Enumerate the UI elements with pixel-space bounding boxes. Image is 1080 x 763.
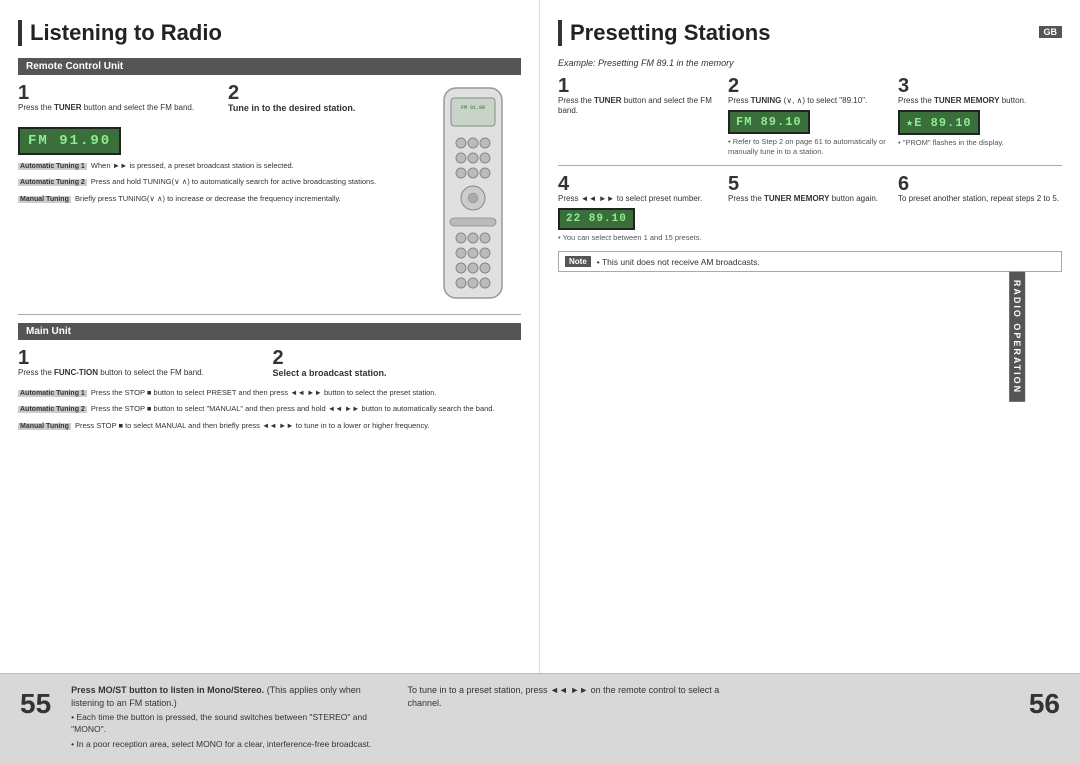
display-preset8910: 22 89.10 bbox=[558, 208, 635, 230]
right-page: Presetting Stations GB Example: Presetti… bbox=[540, 0, 1080, 673]
remote-step2-title: Tune in to the desired station. bbox=[228, 103, 432, 115]
remote-illustration: FM 91.90 bbox=[436, 83, 521, 306]
preset-step2-num: 2 bbox=[728, 76, 892, 96]
main-manual-tuning: Manual Tuning Press STOP ■ to select MAN… bbox=[18, 421, 521, 432]
remote-main-content: 1 Press the TUNER button and select the … bbox=[18, 83, 521, 306]
note-box: Note • This unit does not receive AM bro… bbox=[558, 251, 1062, 272]
preset-step4-desc: Press ◄◄ ►► to select preset number. bbox=[558, 194, 722, 204]
auto-tuning-1-label: Automatic Tuning 1 bbox=[18, 163, 87, 170]
remote-control-section: Remote Control Unit 1 Press the TUNER bu… bbox=[18, 58, 521, 306]
tuning-notes: Automatic Tuning 1 When ►► is pressed, a… bbox=[18, 161, 432, 205]
remote-svg: FM 91.90 bbox=[436, 83, 511, 303]
auto-tuning-1: Automatic Tuning 1 When ►► is pressed, a… bbox=[18, 161, 432, 172]
svg-text:FM 91.90: FM 91.90 bbox=[461, 105, 485, 111]
main-step1-num: 1 bbox=[18, 348, 267, 368]
auto-tuning-1-text: When ►► is pressed, a preset broadcast s… bbox=[91, 161, 294, 170]
main-step1-desc: Press the FUNC-TION button to select the… bbox=[18, 368, 267, 378]
preset-step6-num: 6 bbox=[898, 174, 1062, 194]
remote-step1-desc: Press the TUNER button and select the FM… bbox=[18, 103, 222, 113]
auto-tuning-2: Automatic Tuning 2 Press and hold TUNING… bbox=[18, 177, 432, 188]
left-page: Listening to Radio Remote Control Unit 1… bbox=[0, 0, 540, 673]
preset-step-6: 6 To preset another station, repeat step… bbox=[898, 174, 1062, 243]
preset-step1-desc: Press the TUNER button and select the FM… bbox=[558, 96, 722, 117]
preset-step1-num: 1 bbox=[558, 76, 722, 96]
remote-step-1: 1 Press the TUNER button and select the … bbox=[18, 83, 222, 115]
note-tag: Note bbox=[565, 256, 591, 267]
preset-step3-sub: • "PROM" flashes in the display. bbox=[898, 138, 1062, 148]
preset-step5-num: 5 bbox=[728, 174, 892, 194]
section-divider bbox=[18, 314, 521, 315]
main-step2-num: 2 bbox=[273, 348, 522, 368]
main-step-2: 2 Select a broadcast station. bbox=[273, 348, 522, 380]
page-container: Listening to Radio Remote Control Unit 1… bbox=[0, 0, 1080, 763]
preset-step-5: 5 Press the TUNER MEMORY button again. bbox=[728, 174, 892, 243]
preset-step4-num: 4 bbox=[558, 174, 722, 194]
footer-bullet-1: • Each time the button is pressed, the s… bbox=[71, 712, 387, 736]
manual-tuning-1: Manual Tuning Briefly press TUNING(∨ ∧) … bbox=[18, 194, 432, 205]
radio-operation-label: RADIO OPERATION bbox=[1009, 271, 1025, 401]
display-fm8910: FM 89.10 bbox=[728, 110, 810, 134]
main-unit-header: Main Unit bbox=[18, 323, 521, 340]
main-step2-title: Select a broadcast station. bbox=[273, 368, 522, 380]
footer-left-col: 55 bbox=[20, 684, 51, 720]
steps-row-4-6: 4 Press ◄◄ ►► to select preset number. 2… bbox=[558, 174, 1062, 243]
page-number-left: 55 bbox=[20, 688, 51, 720]
gb-badge: GB bbox=[1039, 26, 1063, 38]
top-half: Listening to Radio Remote Control Unit 1… bbox=[0, 0, 1080, 673]
main-step-1: 1 Press the FUNC-TION button to select t… bbox=[18, 348, 267, 380]
main-manual-text: Press STOP ■ to select MANUAL and then b… bbox=[75, 421, 430, 430]
remote-step2-num: 2 bbox=[228, 83, 432, 103]
main-unit-steps-row: 1 Press the FUNC-TION button to select t… bbox=[18, 348, 521, 380]
steps-row-1-3: 1 Press the TUNER button and select the … bbox=[558, 76, 1062, 157]
left-page-title: Listening to Radio bbox=[18, 20, 521, 46]
main-auto2-label: Automatic Tuning 2 bbox=[18, 406, 87, 413]
footer-bold-text: Press MO/ST button to listen in Mono/Ste… bbox=[71, 685, 264, 695]
footer-right-note: To tune in to a preset station, press ◄◄… bbox=[407, 684, 723, 709]
main-tuning-notes: Automatic Tuning 1 Press the STOP ■ butt… bbox=[18, 388, 521, 432]
auto-tuning-2-text: Press and hold TUNING(∨ ∧) to automatica… bbox=[91, 177, 376, 186]
display-star8910: ★E 89.10 bbox=[898, 110, 980, 135]
display-fm9190: FM 91.90 bbox=[18, 127, 121, 155]
right-page-title: Presetting Stations bbox=[558, 20, 770, 46]
preset-step-4: 4 Press ◄◄ ►► to select preset number. 2… bbox=[558, 174, 722, 243]
remote-steps-row: 1 Press the TUNER button and select the … bbox=[18, 83, 432, 115]
right-header-row: Presetting Stations GB bbox=[558, 20, 1062, 58]
main-auto-tuning-2: Automatic Tuning 2 Press the STOP ■ butt… bbox=[18, 404, 521, 415]
main-auto1-label: Automatic Tuning 1 bbox=[18, 390, 87, 397]
preset-step-1: 1 Press the TUNER button and select the … bbox=[558, 76, 722, 157]
footer-right-col: 56 bbox=[744, 684, 1060, 720]
main-unit-section: Main Unit 1 Press the FUNC-TION button t… bbox=[18, 323, 521, 432]
bottom-footer: 55 Press MO/ST button to listen in Mono/… bbox=[0, 673, 1080, 763]
preset-step5-desc: Press the TUNER MEMORY button again. bbox=[728, 194, 892, 204]
remote-step-2: 2 Tune in to the desired station. bbox=[228, 83, 432, 115]
preset-step-2: 2 Press TUNING (∨, ∧) to select "89.10".… bbox=[728, 76, 892, 157]
main-auto-tuning-1: Automatic Tuning 1 Press the STOP ■ butt… bbox=[18, 388, 521, 399]
manual-tuning-1-text: Briefly press TUNING(∨ ∧) to increase or… bbox=[75, 194, 341, 203]
right-divider bbox=[558, 165, 1062, 166]
note-text: • This unit does not receive AM broadcas… bbox=[597, 257, 760, 267]
main-auto2-text: Press the STOP ■ button to select "MANUA… bbox=[91, 404, 495, 413]
preset-step6-desc: To preset another station, repeat steps … bbox=[898, 194, 1062, 204]
example-label: Example: Presetting FM 89.1 in the memor… bbox=[558, 58, 1062, 68]
manual-tuning-1-label: Manual Tuning bbox=[18, 196, 71, 203]
remote-step1-num: 1 bbox=[18, 83, 222, 103]
footer-left-note: Press MO/ST button to listen in Mono/Ste… bbox=[71, 684, 387, 751]
page-number-right: 56 bbox=[744, 688, 1060, 720]
remote-left-steps: 1 Press the TUNER button and select the … bbox=[18, 83, 432, 306]
preset-step3-num: 3 bbox=[898, 76, 1062, 96]
main-auto1-text: Press the STOP ■ button to select PRESET… bbox=[91, 388, 437, 397]
preset-step3-desc: Press the TUNER MEMORY button. bbox=[898, 96, 1062, 106]
preset-step4-sub: • You can select between 1 and 15 preset… bbox=[558, 233, 722, 243]
preset-step2-sub: • Refer to Step 2 on page 61 to automati… bbox=[728, 137, 892, 157]
footer-left-note-text: Press MO/ST button to listen in Mono/Ste… bbox=[71, 684, 387, 709]
auto-tuning-2-label: Automatic Tuning 2 bbox=[18, 179, 87, 186]
footer-right-note-text: To tune in to a preset station, press ◄◄… bbox=[407, 684, 723, 709]
footer-bullet-2: • In a poor reception area, select MONO … bbox=[71, 739, 387, 751]
preset-step-3: 3 Press the TUNER MEMORY button. ★E 89.1… bbox=[898, 76, 1062, 157]
preset-step2-desc: Press TUNING (∨, ∧) to select "89.10". bbox=[728, 96, 892, 106]
main-manual-label: Manual Tuning bbox=[18, 423, 71, 430]
remote-section-header: Remote Control Unit bbox=[18, 58, 521, 75]
